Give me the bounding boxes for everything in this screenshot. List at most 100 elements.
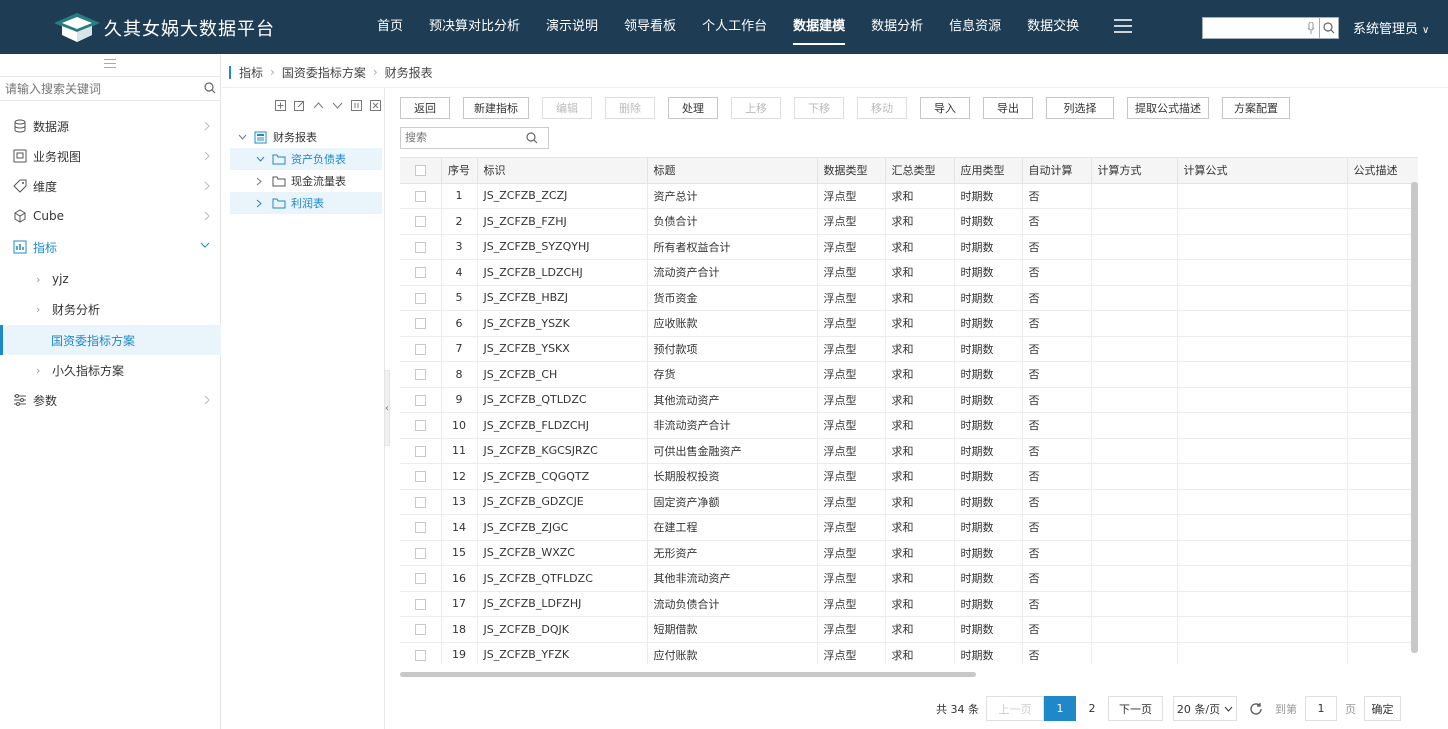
nav-home[interactable]: 首页 [364,0,416,54]
goto-confirm-button[interactable]: 确定 [1364,696,1401,721]
export-button[interactable]: 导出 [983,97,1033,119]
row-checkbox[interactable] [400,310,442,337]
move-up-icon[interactable] [313,100,324,111]
column-select-button[interactable]: 列选择 [1046,97,1114,119]
search-icon[interactable] [204,82,216,94]
sidebar-subitem-sasac[interactable]: 国资委指标方案 [0,325,221,355]
edit-button[interactable]: 编辑 [542,97,592,119]
row-checkbox[interactable] [400,361,442,388]
table-row[interactable]: 3 JS_ZCFZB_SYZQYHJ 所有者权益合计 浮点型 求和 时期数否 [400,234,1418,260]
row-checkbox[interactable] [400,489,442,515]
chevron-right-icon[interactable] [256,199,266,208]
edit-icon[interactable] [294,100,305,111]
top-search-input[interactable] [1203,18,1303,38]
row-checkbox[interactable] [400,285,442,311]
row-checkbox[interactable] [400,183,442,209]
row-checkbox[interactable] [400,412,442,439]
sidebar-subitem-finance[interactable]: › 财务分析 [0,294,221,324]
sidebar-item-business-view[interactable]: 业务视图 [0,141,221,171]
table-row[interactable]: 2 JS_ZCFZB_FZHJ 负债合计 浮点型 求和 时期数否 [400,208,1418,235]
import-button[interactable]: 导入 [920,97,970,119]
row-checkbox[interactable] [400,438,442,464]
table-row[interactable]: 19 JS_ZCFZB_YFZK 应付账款 浮点型 求和 时期数否 [400,642,1418,664]
microphone-icon[interactable] [1303,18,1319,38]
grid-search-input[interactable] [401,128,526,148]
table-row[interactable]: 13 JS_ZCFZB_GDZCJE 固定资产净额 浮点型 求和 时期数否 [400,489,1418,515]
row-checkbox[interactable] [400,463,442,490]
nav-leader-board[interactable]: 领导看板 [611,0,689,54]
sidebar-subitem-yjz[interactable]: › yjz [0,264,221,294]
vertical-scrollbar[interactable] [1411,182,1418,653]
tree-node-balance-sheet[interactable]: 资产负债表 [230,148,382,170]
table-row[interactable]: 7 JS_ZCFZB_YSKX 预付款项 浮点型 求和 时期数否 [400,336,1418,362]
breadcrumb-item[interactable]: 指标 [239,64,263,81]
row-checkbox[interactable] [400,336,442,362]
refresh-icon[interactable] [1249,702,1263,716]
table-row[interactable]: 9 JS_ZCFZB_QTLDZC 其他流动资产 浮点型 求和 时期数否 [400,387,1418,413]
sidebar-search-input[interactable] [0,77,195,100]
row-checkbox[interactable] [400,387,442,413]
row-checkbox[interactable] [400,591,442,617]
select-all-checkbox[interactable] [400,158,442,184]
table-row[interactable]: 18 JS_ZCFZB_DQJK 短期借款 浮点型 求和 时期数否 [400,616,1418,643]
columns-icon[interactable] [351,100,362,111]
panel-splitter[interactable]: ‹ [384,370,390,446]
delete-icon[interactable] [370,100,381,111]
tree-node-cashflow[interactable]: 现金流量表 [230,170,382,192]
table-row[interactable]: 14 JS_ZCFZB_ZJGC 在建工程 浮点型 求和 时期数否 [400,514,1418,541]
chevron-right-icon[interactable] [256,177,266,186]
move-button[interactable]: 移动 [857,97,907,119]
chevron-down-icon[interactable] [256,156,266,162]
table-row[interactable]: 15 JS_ZCFZB_WXZC 无形资产 浮点型 求和 时期数否 [400,540,1418,566]
nav-budget-compare[interactable]: 预决算对比分析 [416,0,533,54]
page-2-button[interactable]: 2 [1076,696,1108,721]
next-page-button[interactable]: 下一页 [1108,696,1163,721]
sidebar-item-indicator[interactable]: 指标 [0,232,221,262]
delete-button[interactable]: 删除 [605,97,655,119]
sidebar-item-params[interactable]: 参数 [0,385,221,415]
table-row[interactable]: 1 JS_ZCFZB_ZCZJ 资产总计 浮点型 求和 时期数否 [400,183,1418,209]
nav-demo[interactable]: 演示说明 [533,0,611,54]
search-icon[interactable] [1319,18,1337,38]
table-row[interactable]: 4 JS_ZCFZB_LDZCHJ 流动资产合计 浮点型 求和 时期数否 [400,259,1418,286]
move-up-button[interactable]: 上移 [731,97,781,119]
sidebar-subitem-xiaojiu[interactable]: › 小久指标方案 [0,355,221,385]
prev-page-button[interactable]: 上一页 [986,696,1044,721]
row-checkbox[interactable] [400,259,442,286]
nav-workbench[interactable]: 个人工作台 [689,0,780,54]
chevron-down-icon[interactable] [238,134,248,140]
table-row[interactable]: 16 JS_ZCFZB_QTFLDZC 其他非流动资产 浮点型 求和 时期数否 [400,565,1418,592]
row-checkbox[interactable] [400,565,442,592]
table-row[interactable]: 17 JS_ZCFZB_LDFZHJ 流动负债合计 浮点型 求和 时期数否 [400,591,1418,617]
table-row[interactable]: 6 JS_ZCFZB_YSZK 应收账款 浮点型 求和 时期数否 [400,310,1418,337]
nav-data-exchange[interactable]: 数据交换 [1014,0,1092,54]
tree-node-root[interactable]: 财务报表 [238,126,390,148]
table-row[interactable]: 5 JS_ZCFZB_HBZJ 货币资金 浮点型 求和 时期数否 [400,285,1418,311]
breadcrumb-item[interactable]: 国资委指标方案 [282,64,366,81]
new-indicator-button[interactable]: 新建指标 [463,97,529,119]
menu-icon[interactable] [1114,19,1132,34]
row-checkbox[interactable] [400,514,442,541]
nav-info-resources[interactable]: 信息资源 [936,0,1014,54]
row-checkbox[interactable] [400,616,442,643]
table-row[interactable]: 10 JS_ZCFZB_FLDZCHJ 非流动资产合计 浮点型 求和 时期数否 [400,412,1418,439]
nav-data-modeling[interactable]: 数据建模 [780,0,858,54]
row-checkbox[interactable] [400,642,442,664]
collapse-sidebar-icon[interactable] [104,59,116,69]
search-icon[interactable] [526,132,538,144]
back-button[interactable]: 返回 [400,97,450,119]
chevron-left-icon[interactable]: ‹ [385,403,389,414]
add-icon[interactable] [275,100,286,111]
nav-data-analysis[interactable]: 数据分析 [858,0,936,54]
table-row[interactable]: 8 JS_ZCFZB_CH 存货 浮点型 求和 时期数否 [400,361,1418,388]
page-size-select[interactable]: 20 条/页 [1173,696,1237,721]
move-down-icon[interactable] [332,100,343,111]
sidebar-item-dimension[interactable]: 维度 [0,171,221,201]
page-1-button[interactable]: 1 [1044,696,1076,721]
process-button[interactable]: 处理 [668,97,718,119]
scheme-config-button[interactable]: 方案配置 [1222,97,1290,119]
tree-node-income[interactable]: 利润表 [230,192,382,214]
table-row[interactable]: 12 JS_ZCFZB_CQGQTZ 长期股权投资 浮点型 求和 时期数否 [400,463,1418,490]
extract-formula-button[interactable]: 提取公式描述 [1127,97,1209,119]
move-down-button[interactable]: 下移 [794,97,844,119]
